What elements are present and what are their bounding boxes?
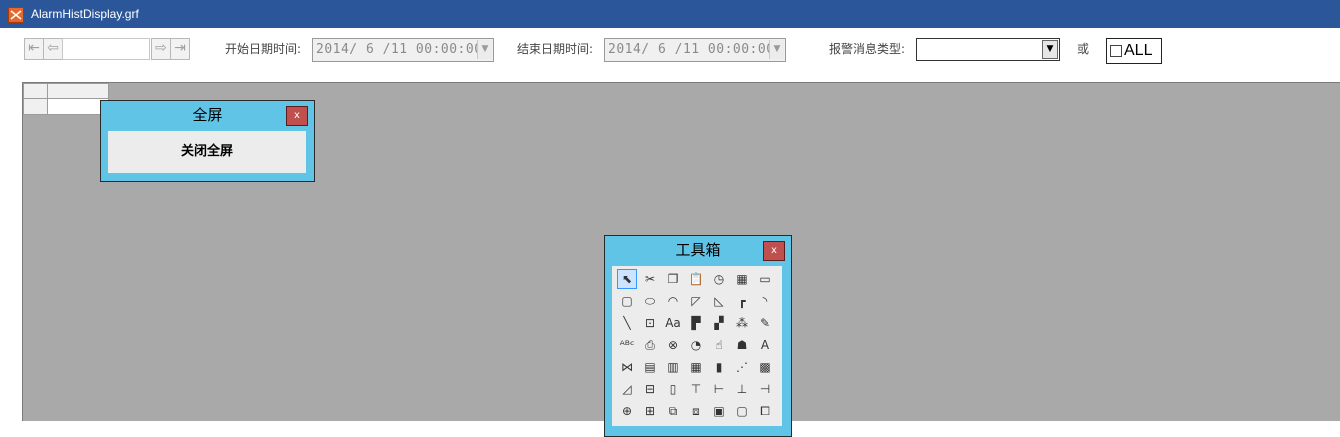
- abc-text-tool[interactable]: ᴬᴮᶜ: [617, 335, 637, 355]
- chevron-down-icon[interactable]: ▼: [477, 40, 492, 59]
- grid-column-header[interactable]: [47, 83, 109, 99]
- close-button[interactable]: x: [763, 241, 785, 261]
- or-label: 或: [1077, 42, 1090, 56]
- palette-tool[interactable]: ⁂: [732, 313, 752, 333]
- line-tool[interactable]: ╲: [617, 313, 637, 333]
- paste-tool[interactable]: 📋: [686, 269, 706, 289]
- bar-chart-tool[interactable]: ▮: [709, 357, 729, 377]
- align-top-tool[interactable]: ⊤: [686, 379, 706, 399]
- alarm-type-select[interactable]: ▼: [916, 38, 1060, 61]
- touch-tool[interactable]: ☝: [709, 335, 729, 355]
- cut-tool[interactable]: ✂: [640, 269, 660, 289]
- grid-row-header[interactable]: [23, 98, 48, 115]
- window-title: AlarmHistDisplay.grf: [31, 7, 139, 21]
- timer-tool[interactable]: ◔: [686, 335, 706, 355]
- calendar-tool[interactable]: ▦: [732, 269, 752, 289]
- distribute-h-tool[interactable]: ▯: [663, 379, 683, 399]
- rounded-rect-tool[interactable]: ▢: [617, 291, 637, 311]
- magic-wand-tool[interactable]: ✎: [755, 313, 775, 333]
- prev-page-icon[interactable]: ⇦: [43, 38, 63, 60]
- scatter-tool[interactable]: ⋰: [732, 357, 752, 377]
- start-datetime-label: 开始日期时间:: [225, 42, 302, 56]
- component-tool[interactable]: ▞: [709, 313, 729, 333]
- angle-grid-tool[interactable]: ◿: [617, 379, 637, 399]
- group-tool[interactable]: ⧉: [663, 401, 683, 421]
- all-checkbox[interactable]: [1110, 45, 1122, 57]
- align-center-tool[interactable]: ⊟: [640, 379, 660, 399]
- start-datetime-value: 2014/ 6 /11 00:00:00: [316, 42, 483, 57]
- elbow-tool[interactable]: ┏: [732, 291, 752, 311]
- clock-tool[interactable]: ◷: [709, 269, 729, 289]
- arc-tool[interactable]: ◝: [755, 291, 775, 311]
- copy-tool[interactable]: ❐: [663, 269, 683, 289]
- chord-tool[interactable]: ◠: [663, 291, 683, 311]
- formula-tool[interactable]: ⊗: [663, 335, 683, 355]
- rectangle-tool[interactable]: ▭: [755, 269, 775, 289]
- center-h-tool[interactable]: ⊞: [640, 401, 660, 421]
- font-tool[interactable]: Aa: [663, 313, 683, 333]
- alarm-type-label: 报警消息类型:: [829, 42, 906, 56]
- text-box-tool[interactable]: ⊡: [640, 313, 660, 333]
- next-page-icon[interactable]: ⇨: [151, 38, 171, 60]
- first-page-icon[interactable]: ⇤: [24, 38, 44, 60]
- font-style-tool[interactable]: A: [755, 335, 775, 355]
- chevron-down-icon[interactable]: ▼: [769, 40, 784, 59]
- align-bottom-tool[interactable]: ⊥: [732, 379, 752, 399]
- title-bar: AlarmHistDisplay.grf: [0, 0, 1340, 28]
- report-list-tool[interactable]: ▥: [663, 357, 683, 377]
- all-label: ALL: [1124, 42, 1153, 59]
- align-left-tool[interactable]: ⊢: [709, 379, 729, 399]
- end-datetime-label: 结束日期时间:: [517, 42, 594, 56]
- last-page-icon[interactable]: ⇥: [170, 38, 190, 60]
- all-checkbox-group[interactable]: ALL: [1106, 38, 1162, 64]
- trend-tool[interactable]: ⋈: [617, 357, 637, 377]
- variable-tool[interactable]: ⎙: [640, 335, 660, 355]
- fullscreen-window: 全屏 x 关闭全屏: [100, 100, 315, 182]
- exit-fullscreen-button[interactable]: 关闭全屏: [108, 131, 306, 173]
- ellipse-tool[interactable]: ⬭: [640, 291, 660, 311]
- start-datetime-picker[interactable]: 2014/ 6 /11 00:00:00 ▼: [312, 38, 494, 62]
- query-toolbar: ⇤ ⇦ ⇨ ⇥ 开始日期时间: 2014/ 6 /11 00:00:00 ▼ 结…: [0, 28, 1340, 83]
- toolbox-window: 工具箱 x ⬉ ✂ ❐ 📋 ◷ ▦ ▭ ▢ ⬭ ◠ ◸ ◺ ┏ ◝ ╲ ⊡ Aa ▛ ▞ ⁂ ✎ ᴬᴮᶜ ⎙ ⊗ ◔ ☝ ☗ A ⋈ ▤ ▥…: [604, 235, 792, 437]
- end-datetime-value: 2014/ 6 /11 00:00:00: [608, 42, 775, 57]
- layer-tool[interactable]: ⧠: [755, 401, 775, 421]
- center-v-tool[interactable]: ⊕: [617, 401, 637, 421]
- report-s-tool[interactable]: ▦: [686, 357, 706, 377]
- alarm-tool[interactable]: ☗: [732, 335, 752, 355]
- close-button[interactable]: x: [286, 106, 308, 126]
- toolbox-panel: ⬉ ✂ ❐ 📋 ◷ ▦ ▭ ▢ ⬭ ◠ ◸ ◺ ┏ ◝ ╲ ⊡ Aa ▛ ▞ ⁂ ✎ ᴬᴮᶜ ⎙ ⊗ ◔ ☝ ☗ A ⋈ ▤ ▥ ▦ ▮ ⋰ ▩ ◿ ⊟…: [612, 266, 782, 426]
- bring-front-tool[interactable]: ▣: [709, 401, 729, 421]
- data-grid: [23, 83, 109, 115]
- grid-chart-tool[interactable]: ▩: [755, 357, 775, 377]
- app-icon: [8, 7, 24, 23]
- report-x-tool[interactable]: ▤: [640, 357, 660, 377]
- button-tool[interactable]: ▛: [686, 313, 706, 333]
- fullscreen-window-title: 全屏: [192, 106, 223, 124]
- page-input[interactable]: [62, 38, 150, 60]
- align-right-tool[interactable]: ⊣: [755, 379, 775, 399]
- send-back-tool[interactable]: ▢: [732, 401, 752, 421]
- chevron-down-icon[interactable]: ▼: [1042, 40, 1058, 59]
- select-tool[interactable]: ⬉: [617, 269, 637, 289]
- pie-tool[interactable]: ◺: [709, 291, 729, 311]
- polygon-tool[interactable]: ◸: [686, 291, 706, 311]
- grid-corner-cell: [23, 83, 48, 99]
- end-datetime-picker[interactable]: 2014/ 6 /11 00:00:00 ▼: [604, 38, 786, 62]
- ungroup-tool[interactable]: ⧈: [686, 401, 706, 421]
